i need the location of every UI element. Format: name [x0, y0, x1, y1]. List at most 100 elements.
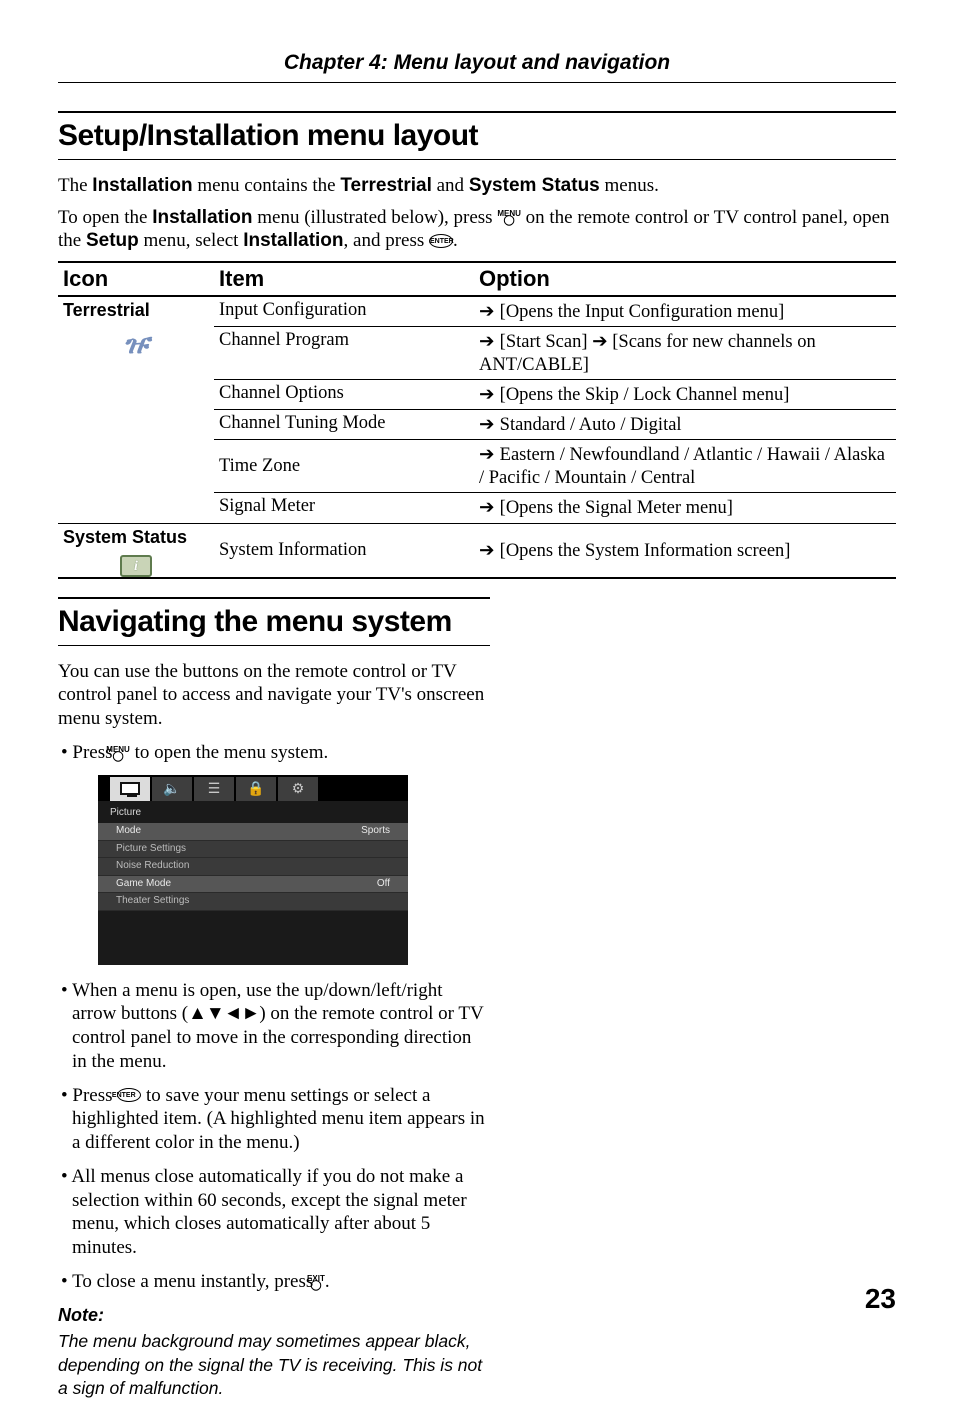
menu-button-icon: MENU◯ — [117, 746, 130, 760]
text: menus. — [600, 175, 659, 196]
osd-tab-lock-icon: 🔒 — [236, 777, 276, 801]
bullet-arrow-buttons: When a menu is open, use the up/down/lef… — [58, 979, 490, 1074]
option-text: Eastern / Newfoundland / Atlantic / Hawa… — [479, 445, 885, 488]
table-row: Channel Options ➔ [Opens the Skip / Lock… — [58, 379, 896, 409]
text: to open the menu system. — [130, 742, 328, 763]
bullet-open-menu: Press MENU◯ to open the menu system. — [58, 741, 490, 765]
osd-row: Mode Sports — [98, 823, 408, 841]
th-icon: Icon — [58, 262, 214, 296]
section1-rule — [58, 111, 896, 113]
osd-row-label: Noise Reduction — [116, 860, 189, 873]
osd-row: Noise Reduction — [98, 858, 408, 876]
page-number: 23 — [865, 1281, 896, 1316]
text: , and press — [344, 230, 429, 251]
bold-installation: Installation — [152, 207, 252, 228]
osd-section-label: Picture — [98, 801, 408, 824]
table-row: System Status i System Information ➔ [Op… — [58, 523, 896, 578]
chapter-heading: Chapter 4: Menu layout and navigation — [58, 50, 896, 76]
antenna-icon: ዡ — [58, 323, 214, 362]
option-cell: ➔ [Start Scan] ➔ [Scans for new channels… — [474, 326, 896, 379]
note-body: The menu background may sometimes appear… — [58, 1330, 490, 1401]
osd-row: Game Mode Off — [98, 876, 408, 894]
table-header-row: Icon Item Option — [58, 262, 896, 296]
bullet-auto-close: All menus close automatically if you do … — [58, 1165, 490, 1260]
table-row: Channel Tuning Mode ➔ Standard / Auto / … — [58, 410, 896, 440]
icon-cell-system-status: System Status i — [58, 523, 214, 578]
icon-cell-empty — [58, 440, 214, 493]
enter-button-icon: ENTER — [429, 234, 453, 248]
option-cell: ➔ [Opens the Signal Meter menu] — [474, 493, 896, 523]
section2: Navigating the menu system You can use t… — [58, 597, 490, 1401]
text: menu contains the — [193, 175, 341, 196]
text: menu, select — [139, 230, 243, 251]
bold-setup: Setup — [86, 230, 139, 251]
section2-rule — [58, 597, 490, 599]
table-row: Signal Meter ➔ [Opens the Signal Meter m… — [58, 493, 896, 523]
bullet-close-exit: To close a menu instantly, press EXIT◯. — [58, 1270, 490, 1294]
section2-body: You can use the buttons on the remote co… — [58, 660, 490, 1401]
menu-layout-table: Icon Item Option Terrestrial ዡ Input Con… — [58, 261, 896, 579]
osd-menu-screenshot: 🔈 ☰ 🔒 ⚙ Picture Mode Sports Picture Sett… — [98, 775, 408, 965]
bold-system-status: System Status — [469, 175, 600, 196]
option-cell: ➔ Eastern / Newfoundland / Atlantic / Ha… — [474, 440, 896, 493]
item-cell: Channel Options — [214, 379, 474, 409]
option-cell: ➔ Standard / Auto / Digital — [474, 410, 896, 440]
exit-button-icon: EXIT◯ — [318, 1275, 325, 1289]
section1-title: Setup/Installation menu layout — [58, 115, 896, 160]
item-cell: Signal Meter — [214, 493, 474, 523]
group-label-system-status: System Status — [58, 524, 214, 551]
osd-tabs: 🔈 ☰ 🔒 ⚙ — [98, 775, 408, 801]
bold-terrestrial: Terrestrial — [340, 175, 432, 196]
osd-row: Theater Settings — [98, 893, 408, 911]
table-row: Time Zone ➔ Eastern / Newfoundland / Atl… — [58, 440, 896, 493]
note-heading: Note: — [58, 1304, 490, 1327]
option-cell: ➔ [Opens the Input Configuration menu] — [474, 296, 896, 327]
group-label-terrestrial: Terrestrial — [58, 297, 214, 324]
intro-line-2: To open the Installation menu (illustrat… — [58, 206, 896, 254]
info-icon: i — [58, 550, 214, 577]
osd-row-label: Game Mode — [116, 878, 171, 891]
option-text: Standard / Auto / Digital — [500, 415, 682, 435]
item-cell: Channel Tuning Mode — [214, 410, 474, 440]
bold-installation: Installation — [243, 230, 343, 251]
option-text: [Opens the Input Configuration menu] — [500, 302, 785, 322]
section1-intro: The Installation menu contains the Terre… — [58, 174, 896, 253]
osd-row-label: Theater Settings — [116, 895, 189, 908]
osd-row-value: Off — [377, 878, 390, 891]
text: The — [58, 175, 92, 196]
item-cell: Channel Program — [214, 326, 474, 379]
item-cell: Input Configuration — [214, 296, 474, 327]
th-item: Item — [214, 262, 474, 296]
bullet-list-2: When a menu is open, use the up/down/lef… — [58, 979, 490, 1294]
text: To open the — [58, 207, 152, 228]
option-text: [Opens the Skip / Lock Channel menu] — [500, 385, 790, 405]
osd-row-value: Sports — [361, 825, 390, 838]
osd-tab-setup-icon: ☰ — [194, 777, 234, 801]
icon-cell-empty — [58, 379, 214, 409]
th-option: Option — [474, 262, 896, 296]
bold-installation: Installation — [92, 175, 192, 196]
menu-button-icon: MENU◯ — [497, 210, 521, 224]
osd-tab-picture-icon — [110, 777, 150, 801]
option-text: [Opens the Signal Meter menu] — [500, 498, 733, 518]
icon-cell-empty — [58, 493, 214, 523]
bullet-list-1: Press MENU◯ to open the menu system. — [58, 741, 490, 765]
icon-cell-terrestrial: Terrestrial ዡ — [58, 296, 214, 380]
icon-cell-empty — [58, 410, 214, 440]
option-text: [Opens the System Information screen] — [500, 541, 791, 561]
osd-row-label: Picture Settings — [116, 843, 186, 856]
section2-para1: You can use the buttons on the remote co… — [58, 660, 490, 731]
table-row: Terrestrial ዡ Input Configuration ➔ [Ope… — [58, 296, 896, 327]
osd-row-label: Mode — [116, 825, 141, 838]
intro-line-1: The Installation menu contains the Terre… — [58, 174, 896, 198]
text: To close a menu instantly, press — [72, 1271, 318, 1292]
text: Press — [72, 1085, 117, 1106]
enter-button-icon: ENTER — [117, 1088, 141, 1102]
section2-title: Navigating the menu system — [58, 601, 490, 646]
chapter-rule — [58, 82, 896, 83]
text: menu (illustrated below), press — [252, 207, 497, 228]
item-cell: Time Zone — [214, 440, 474, 493]
osd-tab-settings-icon: ⚙ — [278, 777, 318, 801]
option-cell: ➔ [Opens the System Information screen] — [474, 523, 896, 578]
text: and — [432, 175, 469, 196]
